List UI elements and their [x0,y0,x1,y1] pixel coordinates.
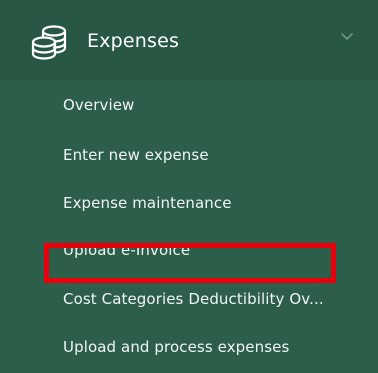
chevron-down-icon[interactable] [340,32,354,42]
expenses-section-header[interactable]: Expenses [0,0,378,80]
menu-item-enter-new-expense[interactable]: Enter new expense [0,130,378,180]
expenses-section-label: Expenses [87,30,180,52]
sidebar-nav: Expenses Overview Enter new expense Expe… [0,0,378,373]
menu-item-label: Enter new expense [63,146,209,164]
menu-item-label: Upload e-Invoice [63,241,191,259]
menu-item-upload-and-process-expenses[interactable]: Upload and process expenses [0,322,378,372]
menu-item-upload-e-invoice[interactable]: Upload e-Invoice [0,225,378,275]
menu-item-overview[interactable]: Overview [0,80,378,130]
menu-item-label: Overview [63,96,135,114]
menu-item-cost-categories-deductibility[interactable]: Cost Categories Deductibility Ov... [0,274,378,324]
menu-item-label: Expense maintenance [63,194,232,212]
coins-stack-icon [31,25,67,60]
menu-item-label: Cost Categories Deductibility Ov... [63,290,324,308]
menu-item-label: Upload and process expenses [63,338,290,356]
menu-item-expense-maintenance[interactable]: Expense maintenance [0,178,378,228]
